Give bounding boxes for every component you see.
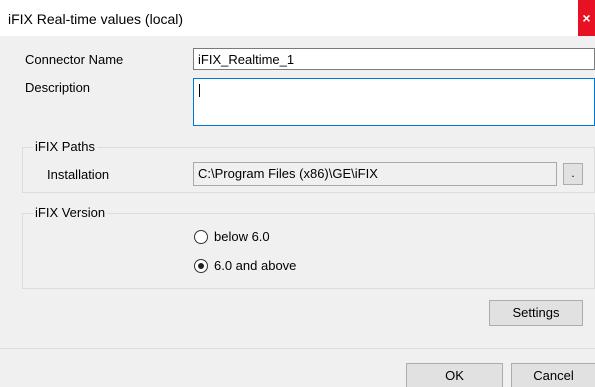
radio-below-6[interactable]: below 6.0 xyxy=(194,229,270,244)
description-label: Description xyxy=(25,80,91,95)
ifix-paths-group-title: iFIX Paths xyxy=(33,139,97,154)
description-input[interactable] xyxy=(193,78,595,126)
ifix-version-group xyxy=(22,213,595,289)
text-caret xyxy=(199,84,200,97)
installation-path-field[interactable]: C:\Program Files (x86)\GE\iFIX xyxy=(193,162,557,186)
settings-button[interactable]: Settings xyxy=(489,300,583,326)
close-button[interactable]: × xyxy=(578,0,595,36)
radio-below-6-circle[interactable] xyxy=(194,229,208,244)
radio-6-and-above[interactable]: 6.0 and above xyxy=(194,258,296,273)
footer-separator xyxy=(0,348,595,349)
installation-label: Installation xyxy=(47,167,110,182)
title-bar: iFIX Real-time values (local) × xyxy=(0,0,595,36)
connector-name-label: Connector Name xyxy=(25,52,124,67)
cancel-button[interactable]: Cancel xyxy=(511,363,595,387)
installation-path-value: C:\Program Files (x86)\GE\iFIX xyxy=(198,166,378,181)
ok-button[interactable]: OK xyxy=(406,363,503,387)
ifix-version-group-title: iFIX Version xyxy=(33,205,108,220)
window-title: iFIX Real-time values (local) xyxy=(8,11,184,27)
radio-6-and-above-circle[interactable] xyxy=(194,258,208,273)
radio-6-and-above-label: 6.0 and above xyxy=(214,258,297,273)
connector-name-input[interactable]: iFIX_Realtime_1 xyxy=(193,48,595,70)
connector-name-value: iFIX_Realtime_1 xyxy=(198,52,295,67)
browse-button[interactable]: . xyxy=(563,163,583,185)
radio-below-6-label: below 6.0 xyxy=(214,229,270,244)
